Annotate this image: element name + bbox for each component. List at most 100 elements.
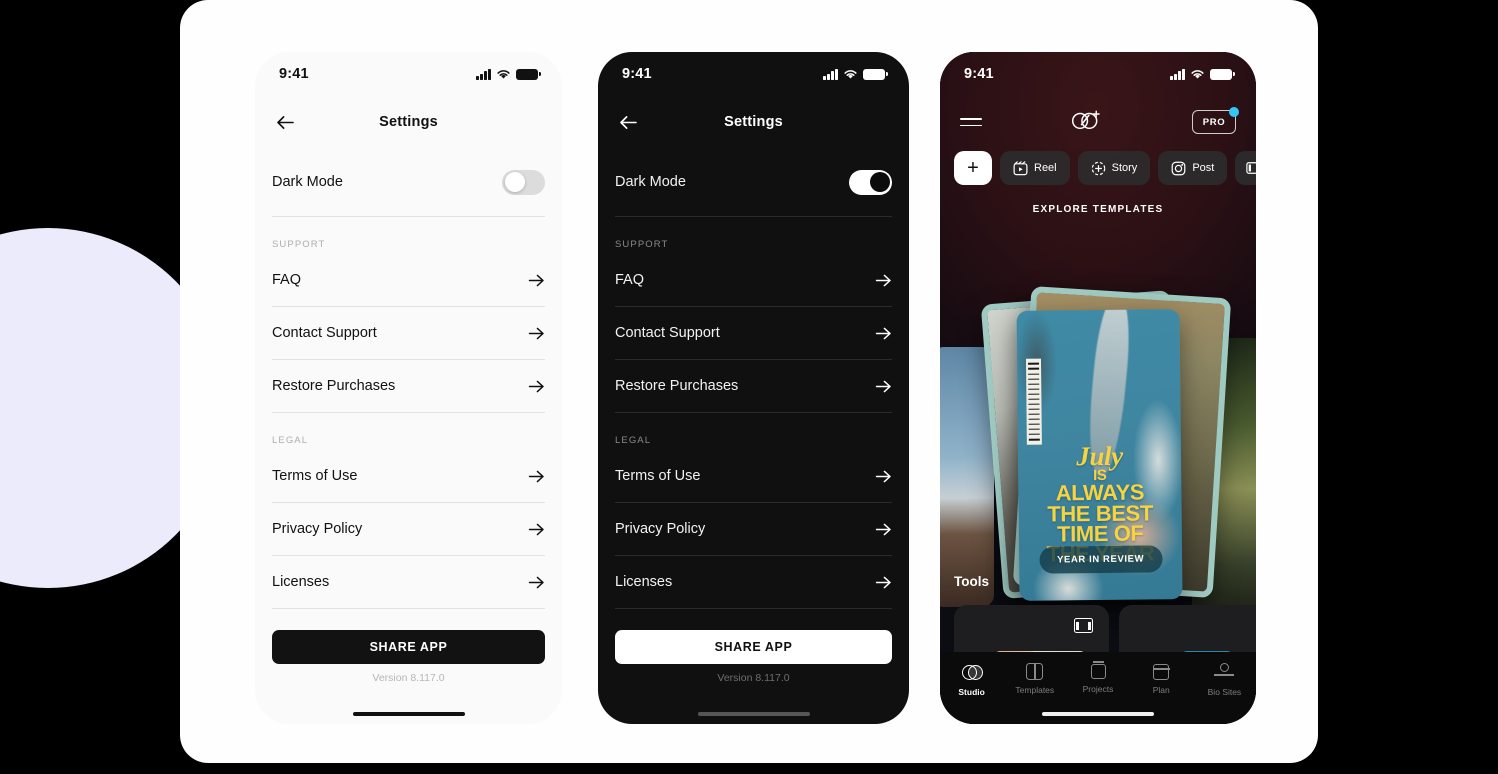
tools-section-label: Tools xyxy=(954,574,989,589)
settings-item-licenses[interactable]: Licenses xyxy=(615,556,892,608)
cellular-bars-icon xyxy=(476,68,491,80)
dark-mode-label: Dark Mode xyxy=(272,174,343,190)
list-item-label: Restore Purchases xyxy=(272,378,396,394)
dark-mode-row[interactable]: Dark Mode xyxy=(272,156,545,208)
battery-icon xyxy=(516,68,541,80)
chevron-right-arrow-icon xyxy=(875,523,891,535)
nav-bar: Settings xyxy=(598,100,909,144)
chevron-right-arrow-icon xyxy=(528,327,544,339)
wifi-icon xyxy=(844,69,857,79)
barcode-graphic xyxy=(1025,358,1042,445)
tab-templates[interactable]: Templates xyxy=(1003,662,1066,695)
settings-item-contact-support[interactable]: Contact Support xyxy=(615,307,892,359)
settings-item-licenses[interactable]: Licenses xyxy=(272,556,545,608)
back-arrow-icon[interactable] xyxy=(272,109,298,135)
hamburger-menu-icon[interactable] xyxy=(960,117,982,127)
chevron-right-arrow-icon xyxy=(528,576,544,588)
reel-icon xyxy=(1013,160,1028,175)
status-icons xyxy=(823,68,888,80)
chip-reel[interactable]: Reel xyxy=(1000,151,1070,185)
settings-item-faq[interactable]: FAQ xyxy=(272,254,545,306)
template-line-1: July xyxy=(1076,440,1123,472)
year-in-review-pill[interactable]: YEAR IN REVIEW xyxy=(1038,545,1163,574)
page-title: Settings xyxy=(724,114,783,130)
side-template-left[interactable] xyxy=(940,347,994,607)
wifi-icon xyxy=(1191,69,1204,79)
cellular-bars-icon xyxy=(1170,68,1185,80)
phone-app-home: 9:41 PRO + Reel Story Post EXPLORE TEMPL… xyxy=(940,52,1256,724)
settings-item-restore-purchases[interactable]: Restore Purchases xyxy=(272,360,545,412)
list-item-label: Privacy Policy xyxy=(615,521,706,537)
list-item-label: Licenses xyxy=(272,574,330,590)
status-time: 9:41 xyxy=(279,66,309,82)
dark-mode-label: Dark Mode xyxy=(615,174,686,190)
chevron-right-arrow-icon xyxy=(528,470,544,482)
list-item-label: Licenses xyxy=(615,574,673,590)
section-heading-legal: LEGAL xyxy=(272,435,309,446)
tab-label: Studio xyxy=(958,687,985,697)
story-icon xyxy=(1091,161,1105,175)
home-indicator xyxy=(352,711,465,716)
status-icons xyxy=(476,68,541,80)
tab-label: Templates xyxy=(1015,685,1055,695)
settings-item-contact-support[interactable]: Contact Support xyxy=(272,307,545,359)
status-time: 9:41 xyxy=(964,66,994,82)
list-item-label: Terms of Use xyxy=(615,468,701,484)
chip-label: Story xyxy=(1111,162,1138,174)
plus-icon: + xyxy=(967,156,979,179)
chip-add-button[interactable]: + xyxy=(954,151,992,185)
chevron-right-arrow-icon xyxy=(875,274,891,286)
settings-item-privacy-policy[interactable]: Privacy Policy xyxy=(272,503,545,555)
settings-item-restore-purchases[interactable]: Restore Purchases xyxy=(615,360,892,412)
list-item-label: Contact Support xyxy=(615,325,720,341)
settings-item-terms-of-use[interactable]: Terms of Use xyxy=(615,450,892,502)
list-item-label: FAQ xyxy=(272,272,302,288)
dark-mode-toggle[interactable] xyxy=(502,169,545,195)
notification-dot-icon xyxy=(1229,107,1239,117)
settings-item-privacy-policy[interactable]: Privacy Policy xyxy=(615,503,892,555)
section-heading-support: SUPPORT xyxy=(272,239,326,250)
share-app-button[interactable]: SHARE APP xyxy=(615,630,892,664)
settings-item-faq[interactable]: FAQ xyxy=(615,254,892,306)
chip-story[interactable]: Story xyxy=(1077,151,1151,185)
status-icons xyxy=(1170,68,1235,80)
chevron-right-arrow-icon xyxy=(528,380,544,392)
version-label: Version 8.117.0 xyxy=(372,672,445,684)
create-chips-row[interactable]: + Reel Story Post xyxy=(940,149,1256,187)
studio-icon xyxy=(961,662,983,682)
chevron-right-arrow-icon xyxy=(528,274,544,286)
plan-icon xyxy=(1152,664,1170,680)
back-arrow-icon[interactable] xyxy=(615,109,641,135)
chevron-right-arrow-icon xyxy=(875,327,891,339)
tab-studio[interactable]: Studio xyxy=(940,662,1003,697)
list-item-label: Privacy Policy xyxy=(272,521,363,537)
film-icon xyxy=(1246,162,1256,174)
list-item-label: Contact Support xyxy=(272,325,377,341)
chip-label: Post xyxy=(1192,162,1215,174)
dark-mode-row[interactable]: Dark Mode xyxy=(615,156,892,208)
bio-sites-icon xyxy=(1214,662,1235,682)
battery-icon xyxy=(1210,68,1235,80)
explore-templates-label: EXPLORE TEMPLATES xyxy=(1032,204,1164,215)
status-time: 9:41 xyxy=(622,66,652,82)
tab-label: Projects xyxy=(1082,684,1114,694)
status-bar: 9:41 xyxy=(940,52,1256,96)
phone-dark-settings: 9:41 Settings Dark Mode SUPPORT FAQ Cont… xyxy=(598,52,909,724)
home-indicator xyxy=(1042,711,1154,716)
tab-plan[interactable]: Plan xyxy=(1130,662,1193,695)
list-item-label: Terms of Use xyxy=(272,468,358,484)
template-card-front[interactable]: July IS ALWAYS THE BEST TIME OF THE YEAR… xyxy=(1016,309,1183,601)
chip-video[interactable] xyxy=(1235,151,1256,185)
pro-badge-button[interactable]: PRO xyxy=(1192,107,1239,134)
tab-projects[interactable]: Projects xyxy=(1066,661,1129,694)
chevron-right-arrow-icon xyxy=(875,576,891,588)
settings-item-terms-of-use[interactable]: Terms of Use xyxy=(272,450,545,502)
share-app-button[interactable]: SHARE APP xyxy=(272,630,545,664)
list-item-label: Restore Purchases xyxy=(615,378,739,394)
chip-post[interactable]: Post xyxy=(1158,151,1228,185)
dark-mode-toggle[interactable] xyxy=(849,169,892,195)
chevron-right-arrow-icon xyxy=(875,380,891,392)
tab-bio-sites[interactable]: Bio Sites xyxy=(1193,662,1256,697)
tab-label: Plan xyxy=(1152,685,1170,695)
section-heading-support: SUPPORT xyxy=(615,239,669,250)
